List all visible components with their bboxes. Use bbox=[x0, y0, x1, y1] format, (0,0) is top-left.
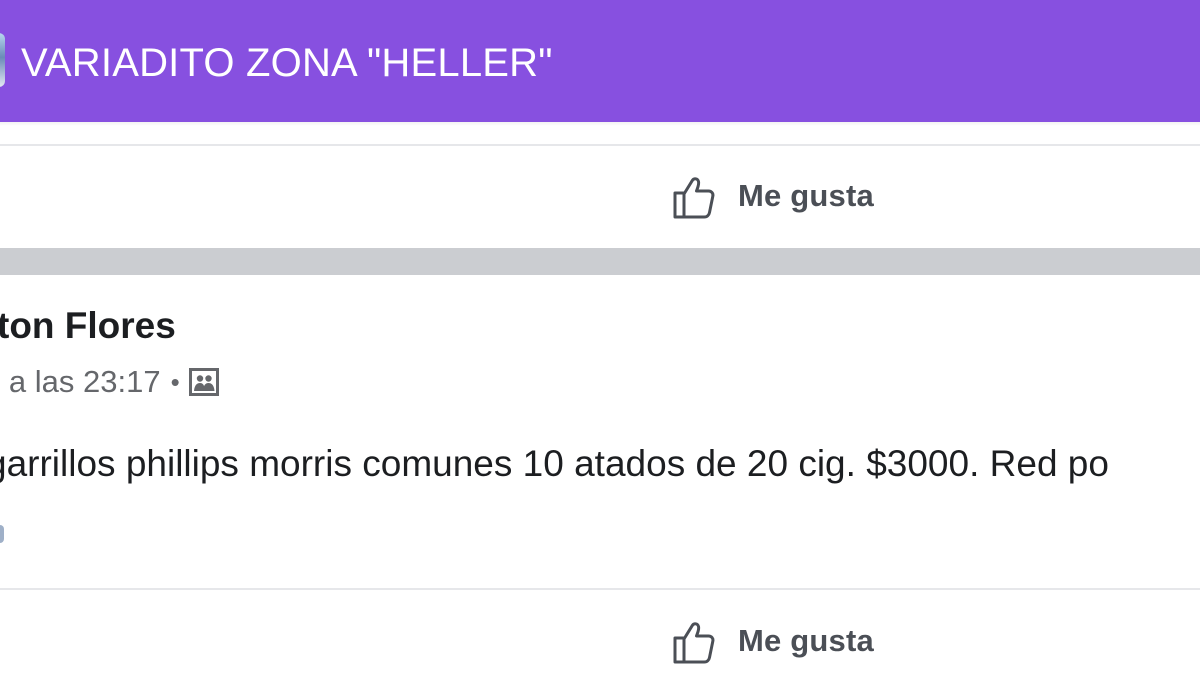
action-bar-divider bbox=[0, 588, 1200, 590]
post-separator bbox=[0, 248, 1200, 275]
action-bar-divider bbox=[0, 144, 1200, 146]
like-button[interactable]: Me gusta bbox=[670, 613, 910, 669]
post-body: garrillos phillips morris comunes 10 ata… bbox=[0, 430, 1200, 500]
like-label: Me gusta bbox=[738, 623, 874, 658]
header-shadow bbox=[0, 122, 1200, 126]
post-timestamp[interactable]: r a las 23:17 bbox=[0, 364, 161, 400]
meta-separator: • bbox=[170, 366, 180, 397]
group-avatar[interactable] bbox=[0, 33, 5, 87]
post-text: garrillos phillips morris comunes 10 ata… bbox=[0, 443, 1109, 484]
post-author-name[interactable]: ton Flores bbox=[0, 305, 176, 347]
group-photo-icon bbox=[188, 368, 219, 396]
post-meta: r a las 23:17 • bbox=[0, 362, 219, 402]
like-button[interactable]: Me gusta bbox=[670, 168, 910, 224]
thumbs-up-icon bbox=[673, 622, 715, 664]
thumbs-up-icon bbox=[673, 177, 715, 219]
group-title[interactable]: VARIADITO ZONA "HELLER" bbox=[21, 40, 553, 86]
reaction-avatar-sliver[interactable] bbox=[0, 525, 4, 543]
group-header: VARIADITO ZONA "HELLER" bbox=[0, 0, 1200, 122]
like-label: Me gusta bbox=[738, 178, 874, 213]
facebook-group-feed: VARIADITO ZONA "HELLER" Me gusta ton Flo… bbox=[0, 0, 1200, 675]
